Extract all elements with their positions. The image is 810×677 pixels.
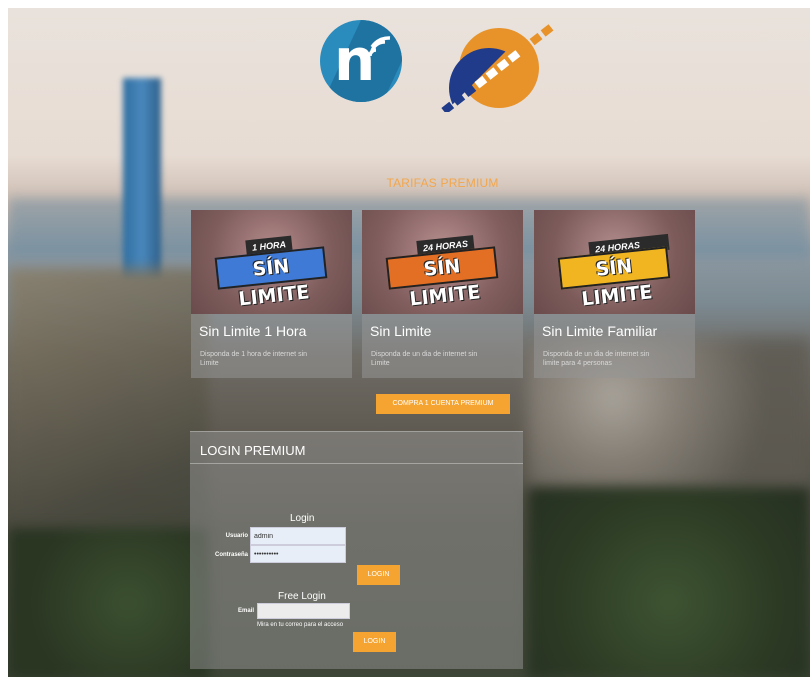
plan-image: 24 HORAS FAMILIAR SÍN LIMITE (534, 210, 695, 314)
plan-description: Disponda de 1 hora de internet sin Limit… (200, 351, 308, 367)
plan-name: Sin Limite Familiar (542, 323, 658, 339)
satellite-logo-icon (435, 12, 570, 128)
plan-image: 1 HORA SÍN LIMITE (191, 210, 352, 314)
password-input[interactable] (250, 545, 346, 563)
plan-card-1-hora[interactable]: 1 HORA SÍN LIMITE Sin Limite 1 Hora Disp… (191, 210, 352, 378)
plan-card-sin-limite[interactable]: 24 HORAS SÍN LIMITE Sin Limite Disponda … (362, 210, 523, 378)
password-label: Contraseña (214, 552, 248, 558)
login-title: Login (290, 513, 315, 524)
login-panel-title: LOGIN PREMIUM (200, 443, 306, 458)
buy-premium-button[interactable]: COMPRA 1 CUENTA PREMIUM (376, 394, 510, 414)
username-input[interactable] (250, 527, 346, 545)
plan-card-familiar[interactable]: 24 HORAS FAMILIAR SÍN LIMITE Sin Limite … (534, 210, 695, 378)
free-login-title: Free Login (278, 591, 326, 602)
plan-badge: 24 HORAS FAMILIAR SÍN LIMITE (557, 233, 671, 311)
section-title: TARIFAS PREMIUM (386, 176, 499, 190)
plan-badge: 1 HORA SÍN LIMITE (214, 235, 328, 311)
email-hint: Mira en tu correo para el acceso (257, 622, 344, 628)
plan-badge: 24 HORAS SÍN LIMITE (385, 235, 499, 311)
divider (190, 463, 523, 464)
user-label: Usuario (225, 533, 248, 539)
email-label: Email (237, 608, 254, 614)
login-panel: LOGIN PREMIUM Login Usuario Contraseña L… (190, 431, 523, 669)
plan-name: Sin Limite 1 Hora (199, 323, 307, 339)
login-button[interactable]: LOGIN (357, 565, 400, 585)
email-input[interactable] (257, 603, 350, 619)
plan-description: Disponda de un dia de internet sin limit… (543, 351, 650, 367)
plan-name: Sin Limite (370, 323, 432, 339)
plan-description: Disponda de un dia de internet sin Limit… (371, 351, 478, 367)
plan-image: 24 HORAS SÍN LIMITE (362, 210, 523, 314)
free-login-button[interactable]: LOGIN (353, 632, 396, 652)
wifi-n-logo-icon: n (320, 20, 402, 102)
